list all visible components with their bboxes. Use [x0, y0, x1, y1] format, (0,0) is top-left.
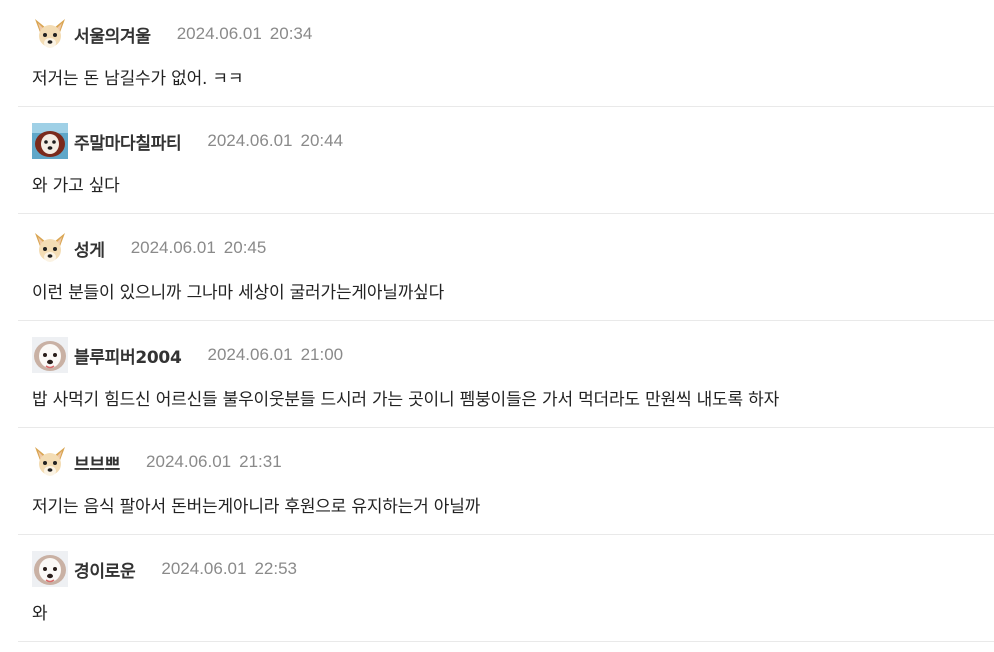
comment-date: 2024.06.01: [207, 345, 293, 364]
comment-meta: 서울의겨울 2024.06.01 20:34: [32, 16, 312, 52]
comment-meta: 주말마다칠파티 2024.06.01 20:44: [32, 123, 343, 159]
comment-list: 서울의겨울 2024.06.01 20:34 저거는 돈 남길수가 없어. ㅋㅋ…: [18, 0, 994, 642]
chihuahua-avatar-icon[interactable]: [32, 444, 68, 480]
comment-author[interactable]: 블루피버2004: [74, 343, 182, 368]
white-dog-avatar-icon[interactable]: [32, 551, 68, 587]
comment-time: 20:44: [300, 131, 344, 150]
comment-item: 성게 2024.06.01 20:45 이런 분들이 있으니까 그나마 세상이 …: [18, 214, 994, 321]
comment-time: 21:00: [300, 345, 344, 364]
comment-time: 20:34: [269, 24, 313, 43]
comment-meta: 브브쁘 2024.06.01 21:31: [32, 444, 282, 480]
comment-meta: 경이로운 2024.06.01 22:53: [32, 551, 297, 587]
comment-time: 22:53: [254, 559, 298, 578]
dog-photo-avatar-icon[interactable]: [32, 123, 68, 159]
comment-meta: 블루피버2004 2024.06.01 21:00: [32, 337, 343, 373]
chihuahua-avatar-icon[interactable]: [32, 230, 68, 266]
comment-time: 20:45: [223, 238, 267, 257]
white-dog-avatar-icon[interactable]: [32, 337, 68, 373]
comment-meta: 성게 2024.06.01 20:45: [32, 230, 266, 266]
comment-text: 와 가고 싶다: [32, 176, 120, 196]
comment-author[interactable]: 주말마다칠파티: [74, 129, 182, 154]
comment-text: 밥 사먹기 힘드신 어르신들 불우이웃분들 드시러 가는 곳이니 펨붕이들은 가…: [32, 390, 780, 410]
comment-author[interactable]: 브브쁘: [74, 450, 120, 475]
chihuahua-avatar-icon[interactable]: [32, 16, 68, 52]
comment-item: 블루피버2004 2024.06.01 21:00 밥 사먹기 힘드신 어르신들…: [18, 321, 994, 428]
comment-text: 저거는 돈 남길수가 없어. ㅋㅋ: [32, 69, 244, 89]
comment-text: 와: [32, 604, 48, 624]
comment-date: 2024.06.01: [207, 131, 293, 150]
comment-author[interactable]: 경이로운: [74, 557, 136, 582]
comment-item: 서울의겨울 2024.06.01 20:34 저거는 돈 남길수가 없어. ㅋㅋ: [18, 0, 994, 107]
comment-time: 21:31: [239, 452, 282, 471]
comment-text: 저기는 음식 팔아서 돈버는게아니라 후원으로 유지하는거 아닐까: [32, 497, 481, 517]
comment-text: 이런 분들이 있으니까 그나마 세상이 굴러가는게아닐까싶다: [32, 283, 445, 303]
comment-date: 2024.06.01: [146, 452, 232, 471]
comment-author[interactable]: 성게: [74, 236, 105, 261]
comment-item: 브브쁘 2024.06.01 21:31 저기는 음식 팔아서 돈버는게아니라 …: [18, 428, 994, 535]
comment-date: 2024.06.01: [130, 238, 216, 257]
comment-item: 주말마다칠파티 2024.06.01 20:44 와 가고 싶다: [18, 107, 994, 214]
comment-date: 2024.06.01: [161, 559, 247, 578]
comment-date: 2024.06.01: [176, 24, 262, 43]
comment-author[interactable]: 서울의겨울: [74, 22, 151, 47]
comment-item: 경이로운 2024.06.01 22:53 와: [18, 535, 994, 642]
